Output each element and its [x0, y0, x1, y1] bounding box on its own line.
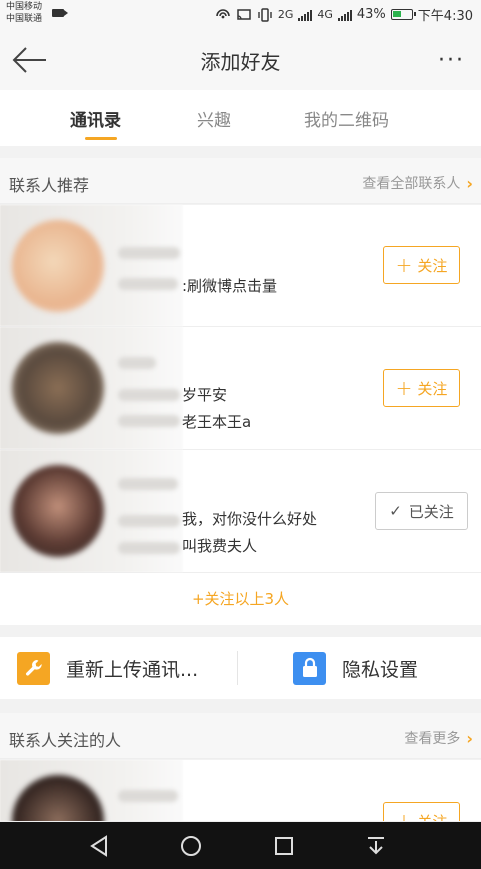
blurred-text: [118, 389, 180, 401]
network-type-2: 4G: [317, 8, 333, 21]
status-bar: 中国移动 中国联通 2G 4G 43% 下午4:30: [0, 0, 481, 30]
signal-1-icon: [298, 9, 313, 21]
followed-button[interactable]: ✓ 已关注: [375, 492, 468, 530]
followed-section-title: 联系人关注的人: [9, 731, 122, 750]
tab-contacts[interactable]: 通讯录: [70, 106, 121, 131]
plus-icon: +: [395, 376, 413, 400]
tab-interests[interactable]: 兴趣: [197, 106, 231, 131]
privacy-settings-label: 隐私设置: [342, 658, 419, 681]
follow-button[interactable]: + 关注: [383, 369, 460, 407]
check-icon: ✓: [389, 502, 402, 520]
contact-row[interactable]: :刷微博点击量 + 关注: [0, 205, 481, 327]
vibrate-icon: [258, 7, 272, 22]
view-more-link[interactable]: 查看更多 ›: [404, 728, 473, 748]
contact-source: 叫我费夫人: [182, 537, 258, 555]
blurred-text: [118, 542, 180, 554]
avatar[interactable]: [12, 342, 104, 434]
reupload-contacts-button[interactable]: 重新上传通讯...: [17, 637, 198, 699]
home-circle-icon[interactable]: [179, 834, 203, 858]
status-indicators: 2G 4G 43% 下午4:30: [215, 5, 473, 24]
view-all-contacts-link[interactable]: 查看全部联系人 ›: [362, 173, 473, 193]
lock-icon: [293, 651, 326, 685]
contact-row[interactable]: + 关注: [0, 760, 481, 822]
signal-2-icon: [337, 9, 352, 21]
active-tab-indicator: [85, 137, 117, 140]
blurred-text: [118, 278, 178, 290]
follow-button-label: 关注: [417, 256, 448, 275]
blurred-name: [118, 357, 156, 369]
plus-icon: +: [395, 809, 413, 822]
hotspot-icon: [216, 8, 230, 18]
carrier-2: 中国联通: [6, 14, 43, 24]
clock: 下午4:30: [417, 9, 473, 24]
nav-bar: 添加好友 ···: [0, 30, 481, 90]
back-triangle-icon[interactable]: [87, 834, 111, 858]
contact-description: 我，对你没什么好处: [182, 510, 318, 528]
battery-icon: [390, 9, 416, 20]
contacts-section-title: 联系人推荐: [9, 176, 90, 195]
chevron-right-icon: ›: [466, 728, 473, 748]
view-all-contacts-label: 查看全部联系人: [362, 176, 461, 192]
cast-icon: [237, 8, 251, 20]
follow-button-label: 关注: [417, 812, 448, 822]
blurred-name: [118, 790, 178, 802]
follow-button[interactable]: + 关注: [383, 802, 460, 822]
system-nav-bar: [0, 822, 481, 869]
blurred-text: [118, 415, 180, 427]
tab-my-qrcode[interactable]: 我的二维码: [304, 106, 389, 131]
avatar[interactable]: [12, 220, 104, 312]
contact-description: :刷微博点击量: [182, 277, 278, 295]
blurred-name: [118, 478, 178, 490]
blurred-name: [118, 247, 180, 259]
contact-row[interactable]: 我，对你没什么好处 叫我费夫人 ✓ 已关注: [0, 450, 481, 573]
followed-button-label: 已关注: [408, 502, 454, 521]
notification-pull-icon[interactable]: [364, 834, 388, 858]
followed-section-header: 联系人关注的人 查看更多 ›: [0, 713, 481, 759]
battery-percent: 43%: [356, 7, 386, 22]
follow-all-button[interactable]: +关注以上3人: [0, 573, 481, 625]
blurred-text: [118, 515, 180, 527]
contact-source: 老王本王a: [182, 413, 252, 431]
recents-square-icon[interactable]: [272, 834, 296, 858]
divider: [237, 651, 238, 685]
carrier-info: 中国移动 中国联通: [6, 1, 42, 25]
actions-row: 重新上传通讯... 隐私设置: [0, 637, 481, 699]
page-title: 添加好友: [200, 50, 281, 74]
tab-bar: 通讯录 兴趣 我的二维码: [0, 90, 481, 146]
plus-icon: +: [395, 253, 413, 277]
contacts-section-header: 联系人推荐 查看全部联系人 ›: [0, 158, 481, 204]
reupload-contacts-label: 重新上传通讯...: [66, 658, 199, 681]
privacy-settings-button[interactable]: 隐私设置: [293, 637, 418, 699]
view-more-label: 查看更多: [404, 731, 461, 747]
follow-button-label: 关注: [417, 379, 448, 398]
carrier-1: 中国移动: [6, 2, 43, 12]
contact-row[interactable]: 岁平安 老王本王a + 关注: [0, 327, 481, 450]
contact-description: 岁平安: [182, 386, 228, 404]
network-type-1: 2G: [277, 8, 294, 21]
wrench-icon: [17, 651, 50, 685]
more-dots-icon[interactable]: ···: [438, 48, 465, 73]
chevron-right-icon: ›: [466, 173, 473, 193]
follow-button[interactable]: + 关注: [383, 246, 460, 284]
avatar[interactable]: [12, 465, 104, 557]
screen-record-icon: [52, 9, 68, 17]
